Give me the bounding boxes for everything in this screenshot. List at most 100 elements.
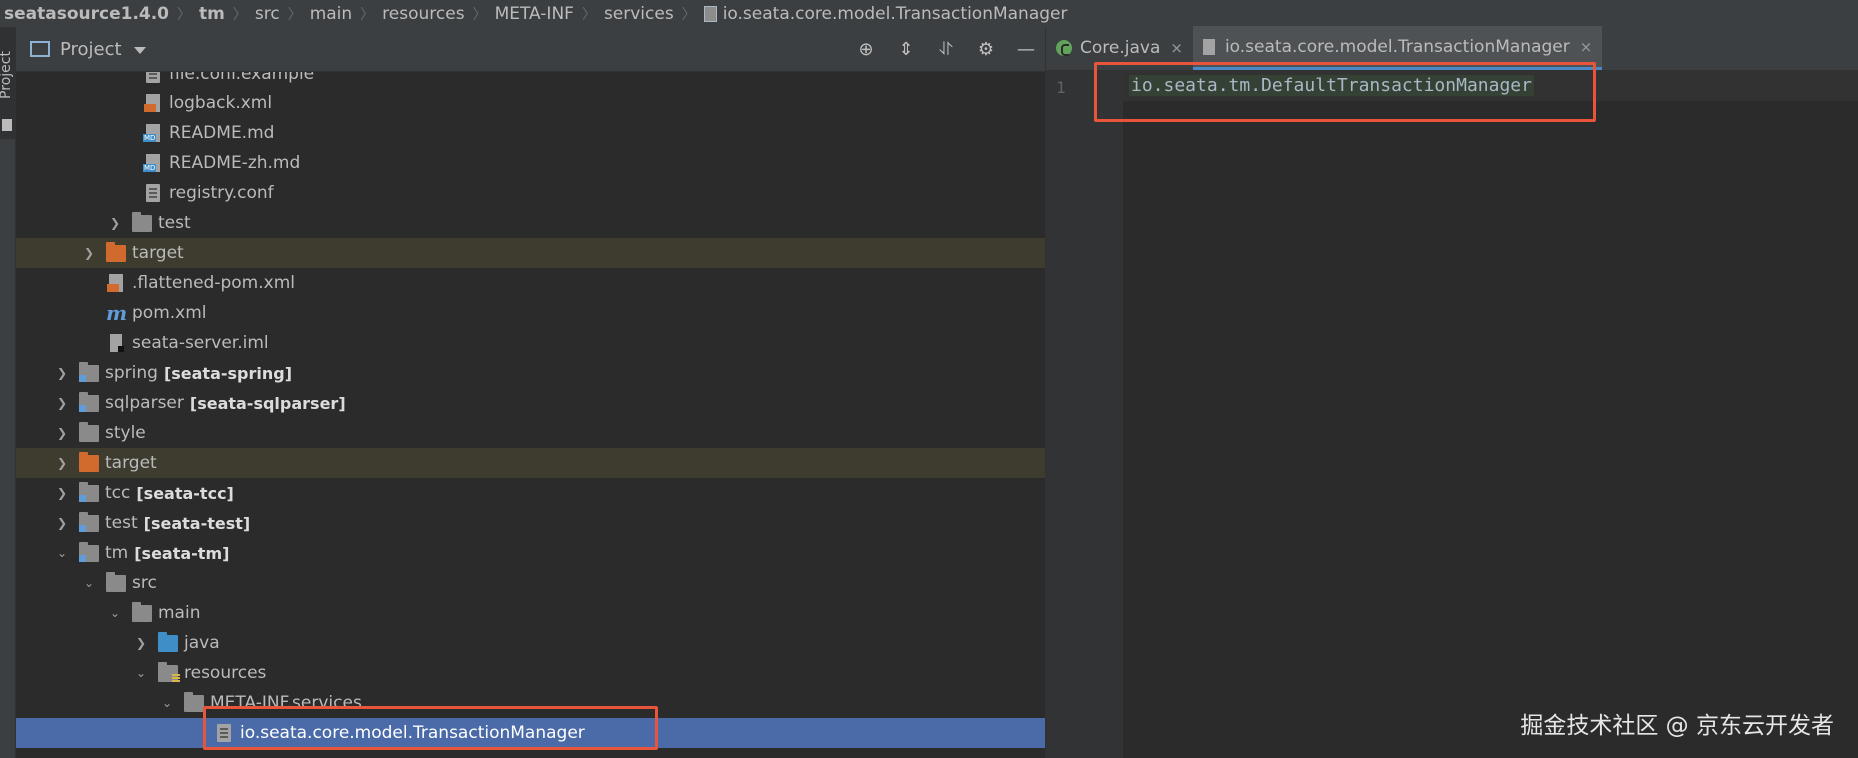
left-tool-strip: Project xyxy=(0,27,16,758)
tree-row-src[interactable]: ⌄ src xyxy=(16,568,1045,598)
annotation-box-file xyxy=(203,706,658,750)
resources-folder-icon xyxy=(158,661,180,682)
breadcrumb-file[interactable]: io.seata.core.model.TransactionManager xyxy=(703,4,1067,24)
tree-row-label: tm xyxy=(105,543,129,563)
module-file-icon xyxy=(110,334,124,352)
folder-icon xyxy=(184,691,204,712)
module-name-tag: [seata-test] xyxy=(143,513,251,533)
tab-label: Core.java xyxy=(1080,38,1161,58)
code-editor[interactable]: io.seata.tm.DefaultTransactionManager xyxy=(1123,71,1858,758)
tree-row-label: file.conf.example xyxy=(169,72,315,84)
collapse-all-icon[interactable]: ⥯ xyxy=(935,39,957,61)
chevron-right-icon: 〉 xyxy=(177,6,192,23)
tree-row-seata-server-iml[interactable]: seata-server.iml xyxy=(16,328,1045,358)
tree-row-test-module[interactable]: ❯ test [seata-test] xyxy=(16,508,1045,538)
breadcrumb-src[interactable]: src xyxy=(255,4,280,24)
tree-row-label: test xyxy=(158,213,191,233)
project-tool-tab-label: Project xyxy=(0,51,14,99)
tree-row-registry-conf[interactable]: registry.conf xyxy=(16,178,1045,208)
text-file-icon xyxy=(703,5,717,22)
module-name-tag: [seata-tm] xyxy=(134,543,230,563)
tree-row-tm-module[interactable]: ⌄ tm [seata-tm] xyxy=(16,538,1045,568)
tree-row-target-excluded[interactable]: ❯ target xyxy=(16,238,1045,268)
tree-row-main[interactable]: ⌄ main xyxy=(16,598,1045,628)
chevron-right-icon[interactable]: ❯ xyxy=(55,396,69,410)
tree-row-logback-xml[interactable]: logback.xml xyxy=(16,88,1045,118)
tree-row-sqlparser-module[interactable]: ❯ sqlparser [seata-sqlparser] xyxy=(16,388,1045,418)
tree-row-readme-zh-md[interactable]: README-zh.md xyxy=(16,148,1045,178)
text-file-icon xyxy=(146,184,160,202)
markdown-file-icon xyxy=(143,124,160,142)
breadcrumb-services[interactable]: services xyxy=(604,4,674,24)
chevron-right-icon: 〉 xyxy=(681,6,696,23)
breadcrumb-main[interactable]: main xyxy=(310,4,352,24)
chevron-right-icon[interactable]: ❯ xyxy=(55,486,69,500)
locate-icon[interactable]: ⊕ xyxy=(855,39,877,61)
tree-row-label: .flattened-pom.xml xyxy=(132,273,295,293)
project-view-selector[interactable]: Project xyxy=(60,39,122,60)
tree-row-readme-md[interactable]: README.md xyxy=(16,118,1045,148)
tree-row-label: test xyxy=(105,513,138,533)
project-tree: file.conf.example logback.xml README.md … xyxy=(16,72,1045,758)
folder-icon xyxy=(132,211,152,232)
close-icon[interactable]: × xyxy=(1170,39,1183,57)
module-folder-icon xyxy=(79,541,99,562)
chevron-right-icon[interactable]: ❯ xyxy=(108,216,122,230)
chevron-right-icon[interactable]: ❯ xyxy=(55,366,69,380)
tree-row-label: sqlparser xyxy=(105,393,184,413)
chevron-right-icon[interactable]: ❯ xyxy=(55,456,69,470)
breadcrumb-project[interactable]: seatasource1.4.0 xyxy=(4,4,169,24)
navigation-breadcrumb: seatasource1.4.0 〉 tm 〉 src 〉 main 〉 res… xyxy=(0,0,1858,27)
chevron-down-icon[interactable]: ⌄ xyxy=(55,546,69,560)
tree-row-label: seata-server.iml xyxy=(132,333,269,353)
minimize-icon[interactable]: — xyxy=(1015,39,1037,61)
tree-row-label: style xyxy=(105,423,146,443)
excluded-folder-icon xyxy=(106,241,126,262)
tree-row-target-root[interactable]: ❯ target xyxy=(16,448,1045,478)
expand-all-icon[interactable]: ⇕ xyxy=(895,39,917,61)
gear-icon[interactable]: ⚙ xyxy=(975,39,997,61)
chevron-down-icon[interactable]: ⌄ xyxy=(160,696,174,710)
chevron-right-icon[interactable]: ❯ xyxy=(82,246,96,260)
tab-label: io.seata.core.model.TransactionManager xyxy=(1224,36,1570,57)
tree-row-label: java xyxy=(184,633,220,653)
breadcrumb-meta-inf[interactable]: META-INF xyxy=(495,4,574,24)
project-window-icon xyxy=(30,41,50,57)
tree-row-spring-module[interactable]: ❯ spring [seata-spring] xyxy=(16,358,1045,388)
xml-file-icon xyxy=(144,94,160,112)
folder-icon xyxy=(2,119,12,131)
tree-row-label: registry.conf xyxy=(169,183,274,203)
chevron-right-icon[interactable]: ❯ xyxy=(134,636,148,650)
tree-row-style[interactable]: ❯ style xyxy=(16,418,1045,448)
tree-row-java[interactable]: ❯ java xyxy=(16,628,1045,658)
chevron-down-icon[interactable]: ⌄ xyxy=(134,666,148,680)
chevron-down-icon[interactable]: ⌄ xyxy=(82,576,96,590)
chevron-right-icon[interactable]: ❯ xyxy=(55,516,69,530)
folder-icon xyxy=(106,571,126,592)
chevron-down-icon[interactable]: ⌄ xyxy=(108,606,122,620)
module-folder-icon xyxy=(79,481,99,502)
chevron-down-icon[interactable] xyxy=(133,46,146,54)
close-icon[interactable]: × xyxy=(1580,38,1593,56)
tree-row-file-conf-example[interactable]: file.conf.example xyxy=(16,72,1045,89)
java-class-icon xyxy=(1056,40,1072,56)
project-tool-tab[interactable]: Project xyxy=(0,27,16,139)
breadcrumb-tm[interactable]: tm xyxy=(199,4,225,24)
tree-row-label: src xyxy=(132,573,157,593)
tree-row-tcc-module[interactable]: ❯ tcc [seata-tcc] xyxy=(16,478,1045,508)
tree-row-label: resources xyxy=(184,663,267,683)
project-panel-header: Project ⊕ ⇕ ⥯ ⚙ — xyxy=(16,27,1045,72)
chevron-right-icon[interactable]: ❯ xyxy=(55,426,69,440)
tree-row-label: main xyxy=(158,603,201,623)
tree-row-resources[interactable]: ⌄ resources xyxy=(16,658,1045,688)
line-number: 1 xyxy=(1056,78,1066,97)
excluded-folder-icon xyxy=(79,451,99,472)
chevron-right-icon: 〉 xyxy=(232,6,247,23)
tree-row-test[interactable]: ❯ test xyxy=(16,208,1045,238)
chevron-right-icon: 〉 xyxy=(472,6,487,23)
module-folder-icon xyxy=(79,361,99,382)
tree-row-flattened-pom[interactable]: .flattened-pom.xml xyxy=(16,268,1045,298)
breadcrumb-resources[interactable]: resources xyxy=(382,4,464,24)
folder-icon xyxy=(132,601,152,622)
tree-row-pom-xml[interactable]: m pom.xml xyxy=(16,298,1045,328)
